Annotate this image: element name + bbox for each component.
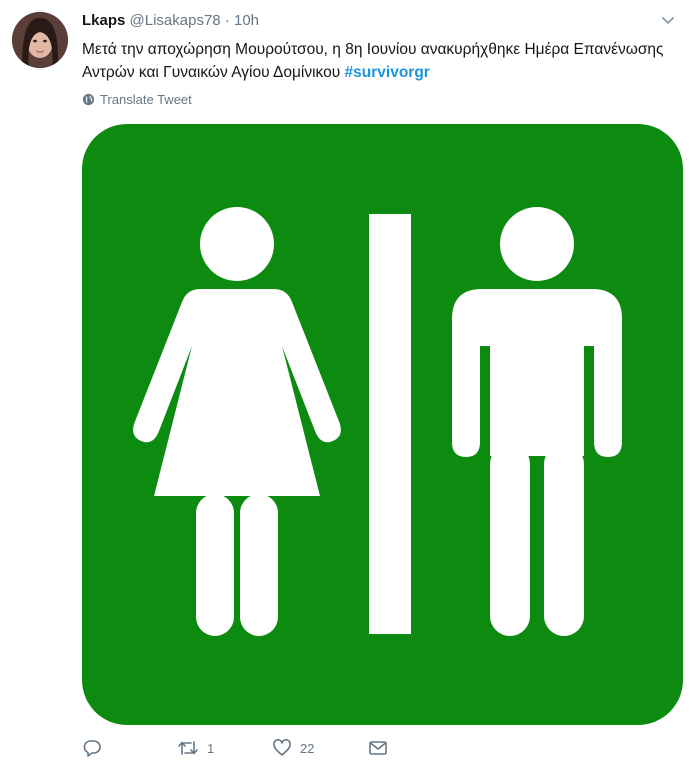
retweet-icon [178, 741, 198, 755]
tweet-text: Μετά την αποχώρηση Μουρούτσου, η 8η Ιουν… [82, 38, 682, 84]
tweet-time[interactable]: 10h [234, 12, 259, 29]
avatar[interactable] [12, 12, 68, 68]
like-count: 22 [300, 740, 315, 756]
globe-icon [82, 93, 95, 106]
reply-button[interactable] [82, 738, 110, 758]
user-handle[interactable]: @Lisakaps78 [130, 12, 221, 29]
retweet-count: 1 [207, 740, 215, 756]
tweet-header: Lkaps @Lisakaps78 · 10h [82, 12, 259, 30]
hashtag-link[interactable]: #survivorgr [345, 64, 430, 81]
separator: · [224, 12, 230, 29]
avatar-image [12, 12, 68, 68]
divider-bar [369, 214, 411, 634]
retweet-button[interactable]: 1 [177, 738, 214, 758]
direct-message-button[interactable] [368, 738, 388, 758]
translate-tweet-link[interactable]: Translate Tweet [82, 92, 192, 107]
chevron-down-icon[interactable] [660, 12, 676, 28]
like-button[interactable]: 22 [272, 738, 314, 758]
restroom-sign-icon [82, 124, 683, 725]
translate-label: Translate Tweet [100, 92, 192, 107]
display-name[interactable]: Lkaps [82, 12, 125, 29]
envelope-icon [369, 741, 387, 755]
reply-icon [83, 740, 101, 757]
tweet-media-image[interactable] [82, 124, 683, 725]
heart-icon [273, 739, 291, 756]
